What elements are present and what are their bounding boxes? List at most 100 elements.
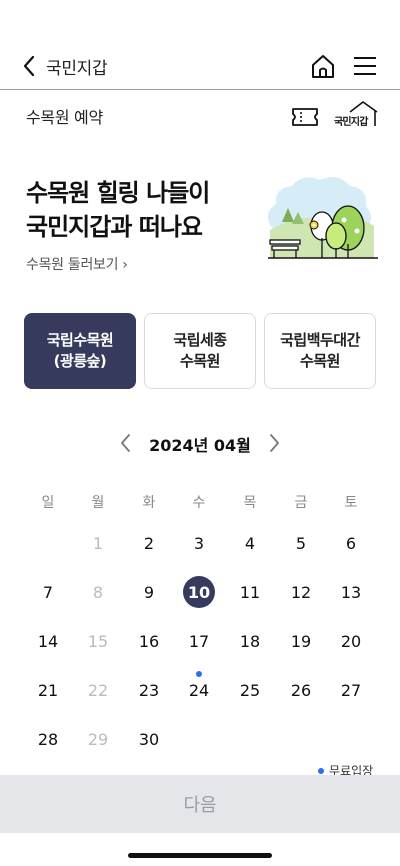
day-number: 24 [188, 681, 210, 700]
calendar-day[interactable]: 20 [326, 624, 376, 660]
day-number: 14 [37, 632, 59, 651]
calendar-day[interactable]: 18 [225, 624, 275, 660]
park-bench-trees-illustration [262, 168, 382, 268]
day-number: 5 [295, 534, 307, 553]
tab-gwangneung[interactable]: 국립수목원 (광릉숲) [24, 313, 136, 389]
day-number: 27 [340, 681, 362, 700]
tab-label: 국립세종 [173, 331, 227, 349]
hero-title-line: 수목원 힐링 나들이 [26, 179, 210, 207]
day-number: 4 [244, 534, 256, 553]
day-number: 6 [345, 534, 357, 553]
day-number: 29 [87, 730, 109, 749]
calendar-day[interactable]: 7 [23, 575, 73, 611]
browse-link-label: 수목원 둘러보기 [26, 257, 119, 273]
calendar-day: 1 [73, 526, 123, 562]
calendar-day[interactable]: 11 [225, 575, 275, 611]
weekday-label: 목 [243, 495, 257, 511]
tab-label: (광릉숲) [53, 352, 107, 370]
day-number: 28 [37, 730, 59, 749]
calendar-day: 22 [73, 673, 123, 709]
home-icon [312, 55, 334, 78]
day-number: 25 [239, 681, 261, 700]
nav-divider [0, 89, 400, 90]
calendar-day[interactable]: 12 [276, 575, 326, 611]
tab-baekdudaegan[interactable]: 국립백두대간 수목원 [264, 313, 376, 389]
day-number: 12 [290, 583, 312, 602]
calendar-day[interactable]: 19 [276, 624, 326, 660]
nav-title: 국민지갑 [46, 59, 108, 79]
weekday-label: 월 [91, 495, 105, 511]
day-number: 17 [188, 632, 210, 651]
day-number: 9 [143, 583, 155, 602]
ticket-icon [292, 108, 318, 126]
calendar-day[interactable]: 5 [276, 526, 326, 562]
calendar-day[interactable]: 13 [326, 575, 376, 611]
day-number: 18 [239, 632, 261, 651]
home-indicator-area [0, 833, 400, 866]
calendar-day[interactable]: 17 [174, 624, 224, 660]
day-number: 16 [138, 632, 160, 651]
calendar-day[interactable]: 28 [23, 722, 73, 758]
calendar-day[interactable]: 6 [326, 526, 376, 562]
day-number: 8 [92, 583, 104, 602]
wallet-home-logo-button[interactable]: 국민지갑 [332, 100, 380, 130]
home-indicator [128, 853, 272, 858]
calendar-day[interactable]: 21 [23, 673, 73, 709]
day-number: 30 [138, 730, 160, 749]
chevron-right-icon [270, 434, 279, 452]
calendar-day[interactable]: 14 [23, 624, 73, 660]
menu-button[interactable] [352, 54, 378, 78]
home-button[interactable] [308, 52, 338, 80]
weekday-label: 일 [41, 495, 55, 511]
day-number: 15 [87, 632, 109, 651]
day-number: 10 [187, 583, 211, 602]
day-number: 2 [143, 534, 155, 553]
day-number: 23 [138, 681, 160, 700]
calendar-day: 8 [73, 575, 123, 611]
day-number: 19 [290, 632, 312, 651]
ticket-button[interactable] [290, 104, 320, 130]
day-number: 1 [92, 534, 104, 553]
next-button[interactable]: 다음 [0, 775, 400, 833]
calendar-day[interactable]: 27 [326, 673, 376, 709]
tab-label: 국립수목원 [46, 331, 114, 349]
browse-arboretum-link[interactable]: 수목원 둘러보기 › [26, 254, 128, 274]
chevron-right-icon: › [122, 257, 128, 273]
calendar-day[interactable]: 23 [124, 673, 174, 709]
hero-title-line: 국민지갑과 떠나요 [26, 213, 203, 241]
calendar-day[interactable]: 9 [124, 575, 174, 611]
hamburger-menu-icon [354, 57, 376, 75]
calendar-day-selected[interactable]: 10 [174, 575, 224, 611]
weekday-label: 화 [142, 495, 156, 511]
chevron-left-icon [121, 434, 130, 452]
calendar-day[interactable]: 25 [225, 673, 275, 709]
weekday-label: 수 [192, 495, 206, 511]
calendar-day[interactable]: 16 [124, 624, 174, 660]
calendar-day[interactable]: 4 [225, 526, 275, 562]
calendar-day[interactable]: 26 [276, 673, 326, 709]
tab-label: 수목원 [300, 352, 340, 370]
next-month-button[interactable] [264, 430, 284, 456]
day-number: 26 [290, 681, 312, 700]
calendar-day[interactable]: 3 [174, 526, 224, 562]
prev-month-button[interactable] [116, 430, 136, 456]
day-number: 13 [340, 583, 362, 602]
tab-label: 국립백두대간 [280, 331, 360, 349]
day-number: 20 [340, 632, 362, 651]
calendar-day: 29 [73, 722, 123, 758]
tab-label: 수목원 [180, 352, 220, 370]
logo-text: 국민지갑 [334, 117, 368, 128]
month-label: 2024년 04월 [149, 436, 251, 455]
day-number: 7 [42, 583, 54, 602]
day-number: 21 [37, 681, 59, 700]
back-button[interactable] [18, 52, 42, 80]
day-number: 11 [239, 583, 261, 602]
calendar-day[interactable]: 24 [174, 673, 224, 709]
calendar-day[interactable]: 30 [124, 722, 174, 758]
tab-sejong[interactable]: 국립세종 수목원 [144, 313, 256, 389]
calendar-day[interactable]: 2 [124, 526, 174, 562]
day-number: 3 [193, 534, 205, 553]
section-title: 수목원 예약 [26, 108, 103, 127]
hero-title: 수목원 힐링 나들이 국민지갑과 떠나요 [26, 176, 210, 244]
free-entry-dot-icon [318, 767, 324, 774]
